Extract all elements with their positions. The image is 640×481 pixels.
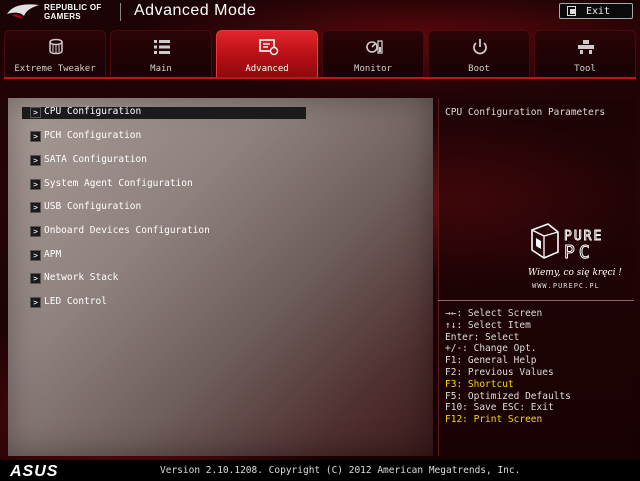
exit-icon [567, 6, 576, 16]
help-divider [438, 300, 634, 301]
menu-item-label: USB Configuration [44, 201, 142, 212]
key-enter: Enter: Select [445, 331, 520, 343]
tool-icon [578, 40, 594, 54]
key-f5-defaults: F5: Optimized Defaults [445, 390, 571, 402]
watermark-brand-bottom: PC [564, 242, 594, 263]
monitor-icon [366, 40, 383, 54]
page-title: Advanced Mode [134, 2, 257, 19]
tab-label: Tool [574, 64, 596, 74]
menu-item-label: APM [44, 249, 62, 260]
chevron-right-icon: > [30, 107, 41, 118]
menu-item-led-control[interactable]: > LED Control [22, 296, 306, 309]
key-change-opt: +/-: Change Opt. [445, 343, 537, 355]
key-f2-previous: F2: Previous Values [445, 366, 554, 378]
tab-label: Advanced [245, 64, 289, 74]
menu-item-pch-configuration[interactable]: > PCH Configuration [22, 130, 306, 143]
menu-item-apm[interactable]: > APM [22, 249, 306, 262]
rog-eye-icon [7, 4, 39, 19]
key-select-item: ↑↓: Select Item [445, 319, 531, 331]
tab-extreme-tweaker[interactable]: Extreme Tweaker [4, 30, 106, 78]
chevron-right-icon: > [30, 297, 41, 308]
power-icon [473, 39, 487, 55]
menu-item-label: Onboard Devices Configuration [44, 225, 210, 236]
key-f3-shortcut[interactable]: F3: Shortcut [445, 379, 571, 391]
menu-item-onboard-devices-configuration[interactable]: > Onboard Devices Configuration [22, 225, 306, 238]
menu-item-network-stack[interactable]: > Network Stack [22, 272, 306, 285]
brand-line-2: GAMERS [44, 12, 81, 21]
chevron-right-icon: > [30, 131, 41, 142]
asus-logo: ASUS [10, 463, 59, 480]
exit-label: Exit [586, 6, 611, 17]
menu-item-system-agent-configuration[interactable]: > System Agent Configuration [22, 178, 306, 191]
tab-label: Monitor [354, 64, 392, 74]
tab-label: Boot [468, 64, 490, 74]
tab-label: Main [150, 64, 172, 74]
tab-underline [4, 77, 636, 79]
key-select-screen: →←: Select Screen [445, 308, 543, 319]
chevron-right-icon: > [30, 273, 41, 284]
tab-main[interactable]: Main [110, 30, 212, 78]
menu-item-usb-configuration[interactable]: > USB Configuration [22, 201, 306, 214]
tab-label: Extreme Tweaker [14, 64, 96, 74]
tab-tool[interactable]: Tool [534, 30, 636, 78]
tab-bar: Extreme Tweaker Main Advanced Monitor Bo… [4, 30, 636, 78]
menu-item-label: System Agent Configuration [44, 178, 193, 189]
header-divider [120, 3, 121, 21]
chevron-right-icon: > [30, 202, 41, 213]
brand-text: REPUBLIC OF GAMERS [44, 3, 102, 21]
version-text: Version 2.10.1208. Copyright (C) 2012 Am… [160, 465, 521, 476]
brand-line-1: REPUBLIC OF [44, 3, 102, 12]
chevron-right-icon: > [30, 155, 41, 166]
chevron-right-icon: > [30, 250, 41, 261]
menu-item-cpu-configuration[interactable]: > CPU Configuration [22, 106, 306, 119]
watermark-slogan: Wiemy, co się kręci ! [528, 268, 622, 278]
menu-item-label: Network Stack [44, 272, 119, 283]
chevron-right-icon: > [30, 179, 41, 190]
tab-boot[interactable]: Boot [428, 30, 530, 78]
tab-monitor[interactable]: Monitor [322, 30, 424, 78]
key-f1-help: F1: General Help [445, 355, 537, 367]
tab-advanced[interactable]: Advanced [216, 30, 318, 78]
key-f12-print-screen[interactable]: F12: Print Screen [445, 414, 571, 426]
advanced-icon [259, 39, 279, 56]
menu-item-label: PCH Configuration [44, 130, 142, 141]
purepc-watermark-logo: PURE PC Wiemy, co się kręci ! WWW.PUREPC… [528, 223, 622, 290]
list-icon [154, 40, 170, 54]
exit-button[interactable]: Exit [559, 3, 633, 19]
help-title: CPU Configuration Parameters [445, 107, 606, 118]
key-f10-save-esc-exit: F10: Save ESC: Exit [445, 402, 554, 414]
menu-item-sata-configuration[interactable]: > SATA Configuration [22, 154, 306, 167]
chevron-right-icon: > [30, 226, 41, 237]
footer-bar: ASUS Version 2.10.1208. Copyright (C) 20… [0, 460, 640, 480]
watermark-url: WWW.PUREPC.PL [532, 282, 600, 290]
header-bar: REPUBLIC OF GAMERS Advanced Mode Exit [0, 0, 640, 26]
menu-item-label: CPU Configuration [44, 106, 142, 117]
key-legend: →←: Select Screen ↑↓: Select Item Enter:… [445, 308, 571, 426]
menu-item-label: SATA Configuration [44, 154, 147, 165]
menu-item-label: LED Control [44, 296, 107, 307]
tweaker-icon [49, 38, 63, 55]
